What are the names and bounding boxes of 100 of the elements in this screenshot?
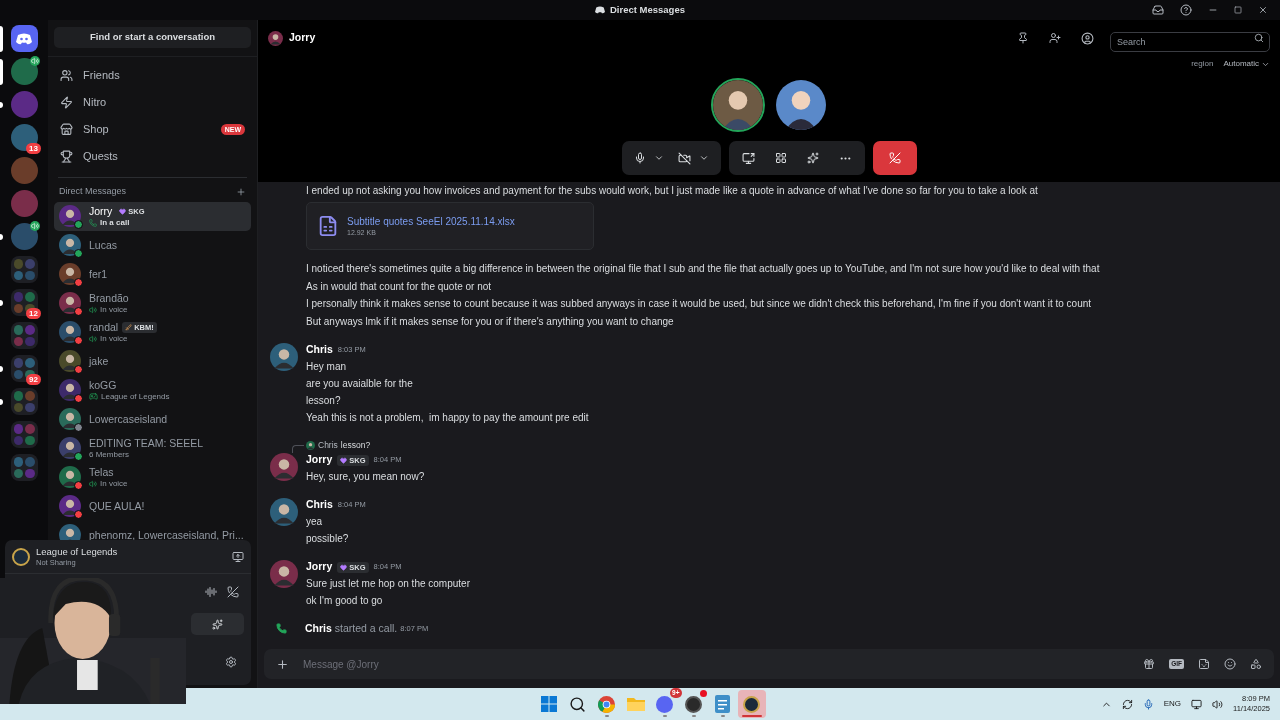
nav-item[interactable]: Friends <box>54 62 251 89</box>
message-text: I personally think it makes sense to count because it was subbed anyways in case it would be used, but since we didn't check this beforehand, I'm fine if you don't want it to count <box>306 297 1093 311</box>
message-text: possible? <box>306 532 350 546</box>
emoji-icon[interactable] <box>1224 658 1236 670</box>
dm-item[interactable]: Brandão In voice <box>54 288 251 318</box>
search-field[interactable]: Search <box>1110 32 1270 52</box>
dm-item[interactable]: QUE AULA! <box>54 491 251 521</box>
microphone-icon[interactable] <box>633 152 646 164</box>
message-field[interactable]: Message @Jorry <box>303 656 1130 672</box>
dm-item[interactable]: Lucas <box>54 230 251 260</box>
avatar <box>59 408 81 430</box>
game-title: League of Legends <box>36 545 119 558</box>
message-text: ok I'm good to go <box>306 594 384 608</box>
hang-up-button[interactable] <box>872 141 917 175</box>
sync-icon[interactable] <box>1121 698 1133 710</box>
server-folder[interactable] <box>10 355 38 382</box>
inbox-icon[interactable] <box>1152 4 1164 16</box>
caret-icon[interactable] <box>653 153 664 163</box>
server-icon[interactable] <box>10 223 38 250</box>
phone-icon <box>276 623 287 635</box>
author-name[interactable]: Chris <box>305 621 332 637</box>
message-text: lesson? <box>306 394 342 408</box>
nav-item[interactable]: Quests <box>54 143 251 170</box>
screen-share-icon[interactable] <box>741 151 755 165</box>
caret-icon[interactable] <box>698 153 709 163</box>
dm-item[interactable]: fer1 <box>54 259 251 289</box>
activities-icon[interactable] <box>774 152 787 164</box>
dm-activity: In voice <box>100 333 128 344</box>
camera-off-icon[interactable] <box>677 151 691 165</box>
gift-icon[interactable] <box>1143 658 1156 670</box>
message-text: As in would that count for the quote or not <box>306 279 493 294</box>
volume-icon[interactable] <box>1212 698 1223 710</box>
message-text: But anyways lmk if it makes sense for you or if there's anything you want to change <box>306 314 675 329</box>
region-dropdown[interactable]: Automatic <box>1223 58 1270 70</box>
avatar <box>270 498 298 526</box>
author-name[interactable]: Jorry <box>306 559 333 575</box>
message-text: Hey, sure, you mean now? <box>306 470 425 484</box>
soundboard-icon[interactable] <box>806 152 819 164</box>
help-icon[interactable] <box>1180 4 1192 16</box>
system-text: started a call. <box>334 621 398 636</box>
close-icon[interactable] <box>1258 5 1268 15</box>
region-label: region <box>1191 58 1214 70</box>
disconnect-icon[interactable] <box>227 586 239 598</box>
phone-icon <box>89 218 97 227</box>
author-name[interactable]: Chris <box>306 342 333 358</box>
avatar <box>59 292 81 314</box>
settings-icon[interactable] <box>225 655 237 668</box>
avatar <box>59 321 81 343</box>
server-folder[interactable] <box>10 289 38 316</box>
avatar <box>59 466 81 488</box>
server-icon[interactable] <box>10 124 38 151</box>
message-text: Yeah this is not a problem, im happy to pay the amount pre edit <box>306 411 589 425</box>
message-text: Sure just let me hop on the computer <box>306 577 470 591</box>
heart-icon <box>340 456 348 464</box>
maximize-icon[interactable] <box>1234 6 1242 14</box>
nav-item[interactable]: Nitro <box>54 89 251 116</box>
home-button[interactable] <box>10 25 38 52</box>
add-icon[interactable] <box>236 186 246 197</box>
avatar <box>59 263 81 285</box>
avatar <box>59 379 81 401</box>
dm-name: randal <box>89 320 119 334</box>
quest-icon <box>60 150 73 163</box>
message-text: Hey man <box>306 360 347 374</box>
dm-item[interactable]: EDITING TEAM: SEEEL 6 Members <box>54 433 251 463</box>
avatar <box>59 495 81 517</box>
author-name[interactable]: Jorry <box>306 452 333 468</box>
pin-icon[interactable] <box>1017 32 1029 44</box>
soundboard-button[interactable] <box>191 613 244 635</box>
dm-item[interactable]: jake <box>54 346 251 376</box>
dm-name: Brandão <box>89 291 129 305</box>
speaker-icon <box>89 305 97 314</box>
apps-icon[interactable] <box>1250 658 1262 670</box>
attach-icon[interactable] <box>276 657 289 671</box>
server-icon[interactable] <box>10 58 38 85</box>
reply-author: Chris <box>318 438 338 452</box>
dm-name: Lowercaseisland <box>89 412 168 426</box>
game-app-icon <box>743 695 760 713</box>
dm-activity: 6 Members <box>89 449 129 460</box>
profile-icon[interactable] <box>1081 31 1094 45</box>
add-friend-icon[interactable] <box>1049 32 1061 44</box>
dm-item[interactable]: koGG League of Legends <box>54 375 251 405</box>
share-screen-icon[interactable] <box>232 550 244 563</box>
dm-item[interactable]: Telas In voice <box>54 462 251 492</box>
taskbar-app[interactable] <box>737 690 766 718</box>
speaker-icon <box>89 334 97 343</box>
message-text: yea <box>306 515 324 529</box>
avatar <box>59 234 81 256</box>
avatar <box>59 350 81 372</box>
dm-name: QUE AULA! <box>89 499 145 513</box>
noise-suppression-icon[interactable] <box>205 586 217 598</box>
dm-item[interactable]: Lowercaseisland <box>54 404 251 434</box>
reply-text[interactable]: lesson? <box>340 438 371 452</box>
file-name[interactable]: Subtitle quotes SeeEl 2025.11.14.xlsx <box>347 214 515 228</box>
display-icon[interactable] <box>1191 698 1202 710</box>
sticker-icon[interactable] <box>1198 658 1210 670</box>
avatar <box>306 440 315 450</box>
conversation-search-button[interactable]: Find or start a conversation <box>54 27 251 48</box>
start-icon <box>540 696 557 712</box>
language-indicator[interactable]: ENG <box>1163 698 1181 710</box>
author-name[interactable]: Chris <box>306 497 333 513</box>
